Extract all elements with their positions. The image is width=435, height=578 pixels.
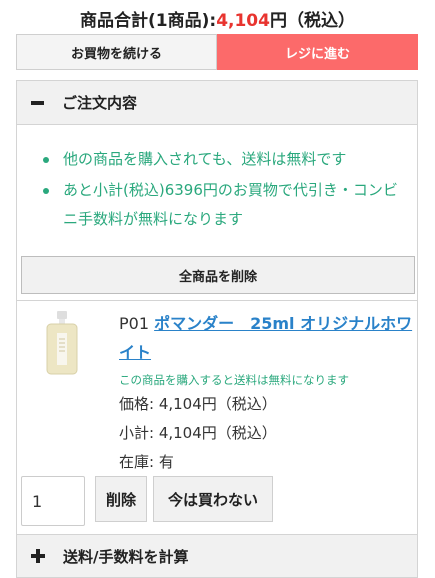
product-stock: 在庫: 有 (119, 453, 174, 471)
continue-shopping-button[interactable]: お買物を続ける (16, 34, 217, 70)
free-shipping-note: この商品を購入すると送料は無料になります (119, 373, 349, 387)
order-details-title: ご注文内容 (62, 94, 138, 112)
product-code: P01 (119, 314, 150, 333)
cart-total-suffix: 円（税込） (269, 11, 355, 31)
order-notes-list: 他の商品を購入されても、送料は無料です あと小計(税込)6396円のお買物で代引… (17, 125, 417, 234)
save-for-later-button[interactable]: 今は買わない (153, 476, 273, 522)
product-subtotal: 小計: 4,104円（税込） (119, 424, 277, 442)
cart-action-row: お買物を続ける レジに進む (16, 34, 418, 70)
order-note: 他の商品を購入されても、送料は無料です (41, 145, 407, 174)
product-title: P01 ポマンダー 25ml オリジナルホワイト (119, 309, 415, 367)
minus-icon[interactable] (31, 100, 44, 105)
bullet-icon (43, 188, 49, 194)
cart-item: P01 ポマンダー 25ml オリジナルホワイト この商品を購入すると送料は無料… (17, 300, 417, 530)
quantity-input[interactable] (21, 476, 85, 526)
cart-total-amount: 4,104 (216, 11, 270, 31)
order-details-header[interactable]: ご注文内容 (17, 81, 417, 125)
order-note: あと小計(税込)6396円のお買物で代引き・コンビニ手数料が無料になります (41, 176, 407, 234)
plus-icon[interactable] (31, 549, 45, 563)
cart-total-label: 商品合計(1商品): (80, 11, 217, 31)
product-price: 価格: 4,104円（税込） (119, 395, 277, 413)
product-image[interactable] (35, 311, 89, 375)
cart-item-details: P01 ポマンダー 25ml オリジナルホワイト この商品を購入すると送料は無料… (119, 309, 415, 477)
cart-item-controls: 削除 今は買わない (21, 476, 273, 526)
bullet-icon (43, 157, 49, 163)
delete-all-button[interactable]: 全商品を削除 (21, 256, 415, 294)
cart-total-summary: 商品合計(1商品):4,104円（税込） (0, 6, 435, 31)
remove-item-button[interactable]: 削除 (95, 476, 147, 522)
order-details-panel: ご注文内容 他の商品を購入されても、送料は無料です あと小計(税込)6396円の… (16, 80, 418, 578)
shipping-calculator-title: 送料/手数料を計算 (63, 547, 189, 566)
checkout-button[interactable]: レジに進む (217, 34, 418, 70)
product-name-link[interactable]: ポマンダー 25ml オリジナルホワイト (119, 314, 412, 362)
shipping-calculator-header[interactable]: 送料/手数料を計算 (16, 534, 418, 578)
